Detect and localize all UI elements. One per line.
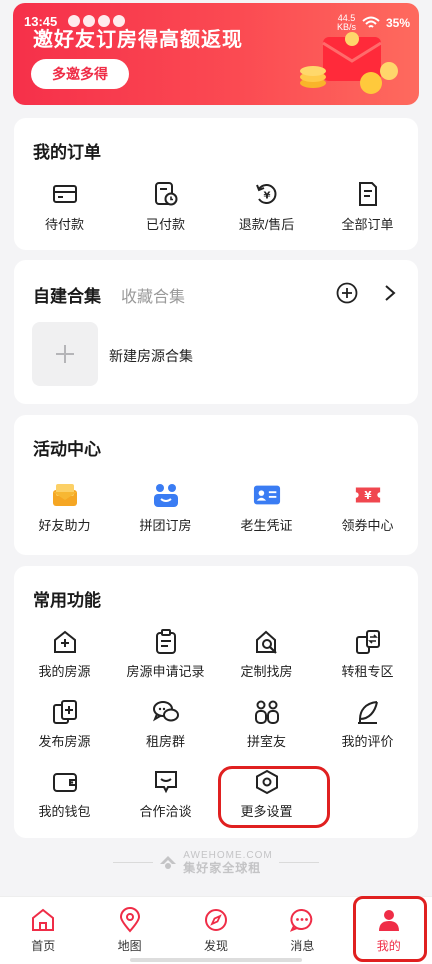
home-icon [32,908,55,931]
svg-text:¥: ¥ [263,191,270,202]
orders-title: 我的订单 [33,143,101,162]
network-speed: 44.5 KB/s [337,14,356,32]
new-collection-button[interactable] [32,322,98,386]
divider [278,861,319,863]
function-label: 房源申请记录 [126,664,205,679]
orders-list-icon [354,180,382,208]
paid-clock-icon [152,180,180,208]
tab-label: 首页 [31,939,56,953]
add-circle-icon[interactable] [336,282,358,304]
tab-my-collections[interactable]: 自建合集 [33,282,101,307]
tab-home[interactable]: 首页 [0,897,86,964]
func-custom-search[interactable]: 定制找房 [216,628,317,680]
order-label: 已付款 [145,217,185,232]
chevron-right-icon[interactable] [384,284,396,302]
orders-card: 我的订单 待付款 已付款 ¥ 退款/售后 全部订单 [14,118,418,250]
activity-coupon-center[interactable]: ¥ 领券中心 [317,481,418,534]
collections-card: 自建合集 收藏合集 新建房源合集 [14,260,418,404]
activity-group-booking[interactable]: 拼团订房 [115,481,216,534]
map-pin-icon [119,907,140,933]
func-my-wallet[interactable]: 我的钱包 [14,768,115,820]
func-sublet-zone[interactable]: 转租专区 [317,628,418,680]
battery-level: 35% [385,16,410,30]
activity-label: 领券中心 [341,518,394,533]
wifi-icon [362,16,380,28]
function-label: 拼室友 [246,734,286,749]
refund-icon: ¥ [253,180,281,208]
transfer-icon [354,628,382,656]
status-bar: 13:45 44.5 KB/s 35% [0,12,432,34]
compass-icon [204,909,227,931]
order-all[interactable]: 全部订单 [317,180,418,233]
functions-card: 常用功能 我的房源 房源申请记录 定制找房 转租专区 发布房源 租房群 拼室友 … [14,566,418,838]
activity-friend-assist[interactable]: 好友助力 [14,481,115,534]
house-search-icon [253,628,281,656]
group-icon [152,481,180,509]
logo-slogan: 集好家全球租 [183,861,262,875]
func-my-listings[interactable]: 我的房源 [14,628,115,680]
status-time: 13:45 [24,14,58,29]
clipboard-icon [152,628,180,656]
message-icon [152,768,180,796]
tab-label: 发现 [203,939,228,953]
tab-label: 消息 [290,939,315,953]
chat-group-icon [152,698,180,726]
function-label: 我的评价 [341,734,394,749]
func-publish-listing[interactable]: 发布房源 [14,698,115,750]
activity-label: 拼团订房 [139,518,192,533]
divider [113,861,154,863]
message-dots-icon [290,908,313,932]
activity-label: 老生凭证 [240,518,293,533]
activity-label: 好友助力 [38,518,91,533]
function-label: 合作洽谈 [139,804,192,819]
highlight-annotation-more-settings [218,766,330,828]
coupon-icon: ¥ [354,481,382,509]
func-rental-groups[interactable]: 租房群 [115,698,216,750]
tab-saved-collections[interactable]: 收藏合集 [121,283,185,307]
network-speed-unit: KB/s [336,22,356,32]
wallet-icon [51,768,79,796]
order-pending-payment[interactable]: 待付款 [14,180,115,233]
function-label: 定制找房 [240,664,293,679]
logo-icon [160,856,177,869]
func-cooperation[interactable]: 合作洽谈 [115,768,216,820]
order-refund[interactable]: ¥ 退款/售后 [216,180,317,233]
new-collection-label[interactable]: 新建房源合集 [109,346,193,366]
tab-messages[interactable]: 消息 [259,897,345,964]
activity-title: 活动中心 [33,440,101,459]
feather-icon [354,698,382,726]
order-label: 退款/售后 [238,217,295,232]
function-label: 发布房源 [38,734,91,749]
order-label: 待付款 [44,217,84,232]
house-plus-icon [51,628,79,656]
order-label: 全部订单 [341,217,394,232]
svg-text:¥: ¥ [364,490,372,502]
tab-discover[interactable]: 发现 [173,897,259,964]
function-label: 我的钱包 [38,804,91,819]
envelope-icon [51,481,79,509]
publish-icon [51,698,79,726]
home-indicator [130,958,302,962]
tab-map[interactable]: 地图 [86,897,172,964]
func-my-reviews[interactable]: 我的评价 [317,698,418,750]
function-label: 我的房源 [38,664,91,679]
order-paid[interactable]: 已付款 [115,180,216,233]
red-envelope-icon [300,32,398,94]
roommates-icon [253,698,281,726]
notification-icons [68,15,125,27]
function-label: 转租专区 [341,664,394,679]
activity-card: 活动中心 好友助力 拼团订房 老生凭证 ¥ 领券中心 [14,415,418,555]
wallet-icon [51,180,79,208]
function-label: 租房群 [145,734,185,749]
functions-title: 常用功能 [33,591,101,610]
invite-more-button[interactable]: 多邀多得 [31,59,129,89]
activity-student-voucher[interactable]: 老生凭证 [216,481,317,534]
tab-label: 地图 [117,939,142,953]
func-find-roommates[interactable]: 拼室友 [216,698,317,750]
brand-logo: AWEHOME.COM 集好家全球租 [0,850,432,874]
highlight-annotation-me-tab [353,896,427,962]
plus-icon [56,345,74,363]
id-card-icon [253,481,281,509]
func-application-records[interactable]: 房源申请记录 [115,628,216,680]
